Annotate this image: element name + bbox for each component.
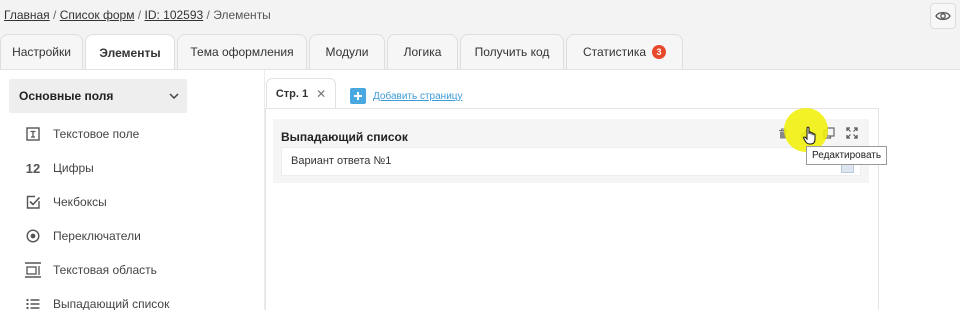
tab-label: Статистика — [582, 45, 647, 59]
sidebar-item-checkboxes[interactable]: Чекбоксы — [22, 185, 169, 219]
breadcrumb-current: Элементы — [213, 8, 271, 22]
tab-label: Получить код — [474, 45, 550, 59]
hand-cursor-icon — [803, 126, 816, 145]
tab-label: Настройки — [12, 45, 71, 59]
sidebar-field-list: Текстовое поле 12 Цифры Чекбоксы Переклю… — [22, 117, 169, 310]
close-icon[interactable]: ✕ — [316, 87, 326, 101]
breadcrumb-form-id-link[interactable]: ID: 102593 — [144, 8, 203, 22]
sidebar-item-digits[interactable]: 12 Цифры — [22, 151, 169, 185]
checkbox-icon — [22, 192, 44, 212]
eye-icon — [935, 11, 951, 21]
add-page-label: Добавить страницу — [373, 90, 463, 102]
chevron-down-icon — [169, 93, 179, 99]
digits-icon: 12 — [25, 160, 41, 176]
sidebar-item-text-field[interactable]: Текстовое поле — [22, 117, 169, 151]
text-field-icon — [22, 124, 44, 144]
notification-badge: 3 — [652, 45, 667, 59]
plus-icon — [350, 88, 366, 104]
page-tab-label: Стр. 1 — [275, 88, 309, 100]
radio-icon — [22, 226, 44, 246]
dropdown-selected-value: Вариант ответа №1 — [291, 155, 392, 167]
tab-settings[interactable]: Настройки — [0, 34, 83, 69]
tab-elements[interactable]: Элементы — [85, 34, 175, 70]
tab-label: Модули — [325, 45, 369, 59]
expand-icon — [845, 127, 858, 139]
main-panel: Основные поля Текстовое поле 12 Цифры Че… — [0, 69, 960, 310]
sidebar-item-label: Переключатели — [53, 229, 141, 243]
tab-get-code[interactable]: Получить код — [460, 34, 564, 69]
sidebar-item-label: Выпадающий список — [53, 297, 170, 310]
sidebar-item-textarea[interactable]: Текстовая область — [22, 253, 169, 287]
sidebar-section-title: Основные поля — [19, 89, 114, 103]
edit-tooltip: Редактировать — [806, 146, 888, 165]
dropdown-field-block[interactable]: Выпадающий список Вариант ответа №1 — [273, 119, 869, 183]
breadcrumb: Главная / Список форм / ID: 102593 / Эле… — [4, 8, 271, 22]
tab-label: Логика — [403, 45, 442, 59]
sidebar-item-label: Чекбоксы — [53, 195, 107, 209]
sidebar-item-dropdown-list[interactable]: Выпадающий список — [22, 287, 169, 310]
textarea-icon — [22, 260, 44, 280]
tab-label: Элементы — [99, 45, 161, 60]
add-page-link[interactable]: Добавить страницу — [350, 88, 463, 104]
preview-button[interactable] — [930, 3, 956, 29]
sidebar-item-label: Текстовая область — [53, 263, 157, 277]
page-tab-1[interactable]: Стр. 1 ✕ — [266, 78, 336, 109]
field-title: Выпадающий список — [281, 130, 408, 144]
sidebar-item-radio-buttons[interactable]: Переключатели — [22, 219, 169, 253]
tab-label: Тема оформления — [190, 45, 294, 59]
dropdown-list-icon — [22, 294, 44, 310]
main-tabs: Настройки Элементы Тема оформления Модул… — [0, 34, 685, 70]
sidebar-section-basic-fields[interactable]: Основные поля — [9, 79, 187, 113]
tab-modules[interactable]: Модули — [309, 34, 385, 69]
tab-logic[interactable]: Логика — [387, 34, 458, 69]
breadcrumb-forms-list-link[interactable]: Список форм — [60, 8, 135, 22]
sidebar-item-label: Текстовое поле — [53, 127, 140, 141]
breadcrumb-separator: / — [206, 8, 210, 22]
breadcrumb-separator: / — [137, 8, 142, 22]
tab-theme[interactable]: Тема оформления — [177, 34, 307, 69]
breadcrumb-home-link[interactable]: Главная — [4, 8, 50, 22]
tab-statistics[interactable]: Статистика 3 — [566, 34, 683, 69]
breadcrumb-separator: / — [53, 8, 57, 22]
expand-button[interactable] — [840, 123, 863, 143]
sidebar-item-label: Цифры — [53, 161, 94, 175]
dropdown-select[interactable]: Вариант ответа №1 — [281, 147, 861, 176]
